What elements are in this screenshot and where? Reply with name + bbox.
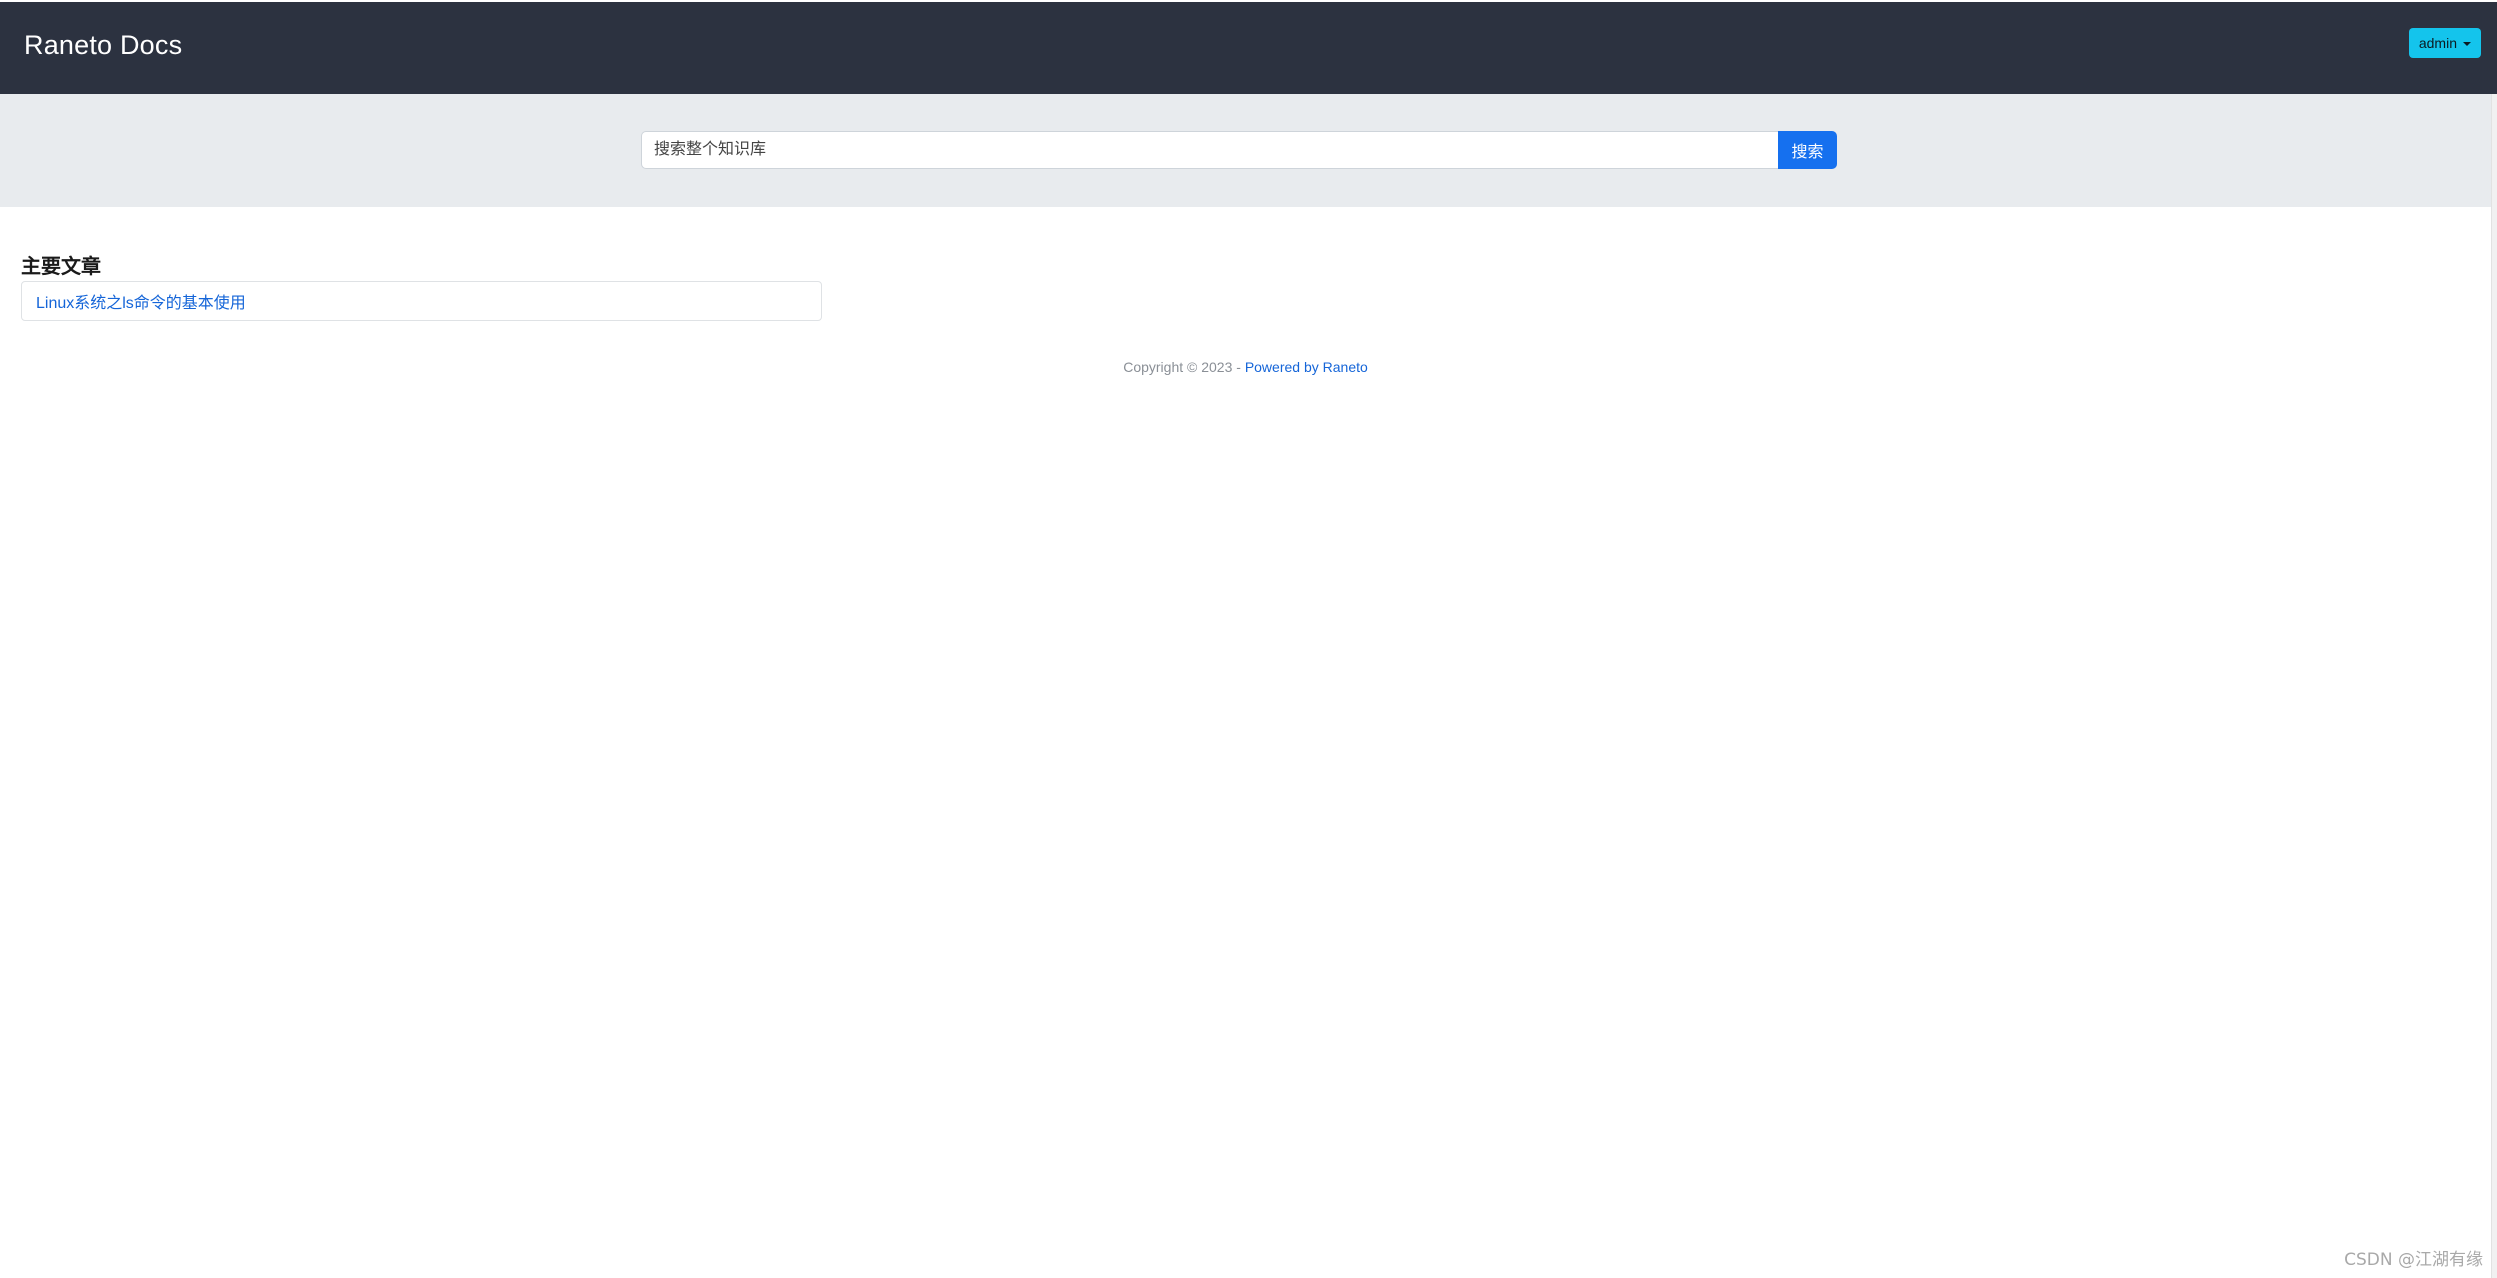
- article-link[interactable]: Linux系统之ls命令的基本使用: [36, 289, 246, 313]
- search-button[interactable]: 搜索: [1778, 131, 1837, 169]
- search-section: 搜索: [0, 94, 2491, 207]
- footer: Copyright © 2023 - Powered by Raneto: [0, 359, 2491, 375]
- search-input[interactable]: [641, 131, 1778, 169]
- scrollbar-track[interactable]: [2491, 94, 2497, 1278]
- section-title: 主要文章: [21, 256, 101, 278]
- powered-by-link[interactable]: Powered by Raneto: [1245, 359, 1368, 375]
- caret-down-icon: [2463, 41, 2471, 46]
- list-item: Linux系统之ls命令的基本使用: [21, 281, 822, 321]
- footer-copyright: Copyright © 2023 -: [1123, 359, 1245, 375]
- page: Raneto Docs admin 搜索 主要文章 Linux系统之ls命令的基…: [0, 0, 2497, 1278]
- search-form: 搜索: [641, 131, 1837, 169]
- brand-link[interactable]: Raneto Docs: [24, 30, 182, 61]
- user-menu-button[interactable]: admin: [2408, 28, 2481, 58]
- article-list: Linux系统之ls命令的基本使用: [21, 281, 822, 321]
- user-menu-label: admin: [2418, 35, 2457, 51]
- watermark: CSDN @江湖有缘: [2344, 1250, 2483, 1270]
- top-navbar: Raneto Docs admin: [0, 0, 2497, 94]
